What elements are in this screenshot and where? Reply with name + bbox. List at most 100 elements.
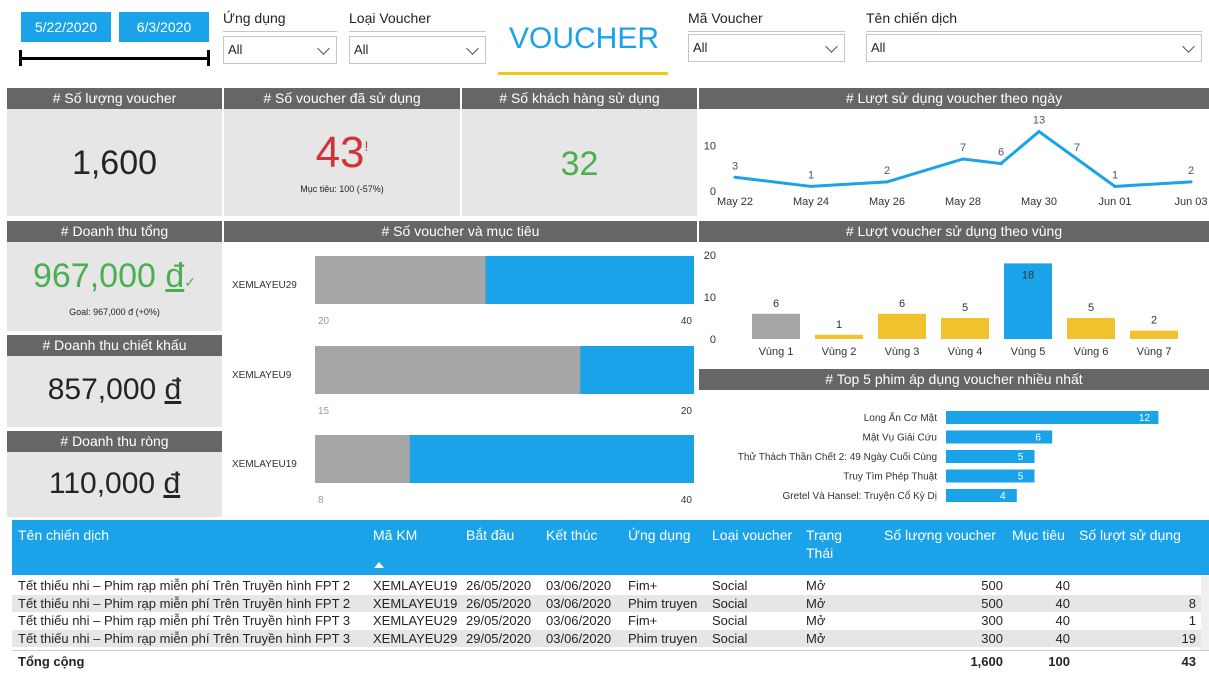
chart-title: # Lượt sử dụng voucher theo ngày bbox=[699, 88, 1209, 109]
data-label: 2 bbox=[884, 165, 890, 177]
total-muc-tieu: 100 bbox=[1048, 654, 1070, 669]
data-point bbox=[1189, 180, 1193, 184]
data-label: 5 bbox=[1018, 472, 1024, 483]
x-tick-label: Vùng 5 bbox=[1011, 346, 1046, 358]
check-icon: ✓ bbox=[184, 274, 196, 290]
ma-voucher-value: All bbox=[693, 40, 708, 55]
table-cell: Tết thiếu nhi – Phim rạp miễn phí Trên T… bbox=[18, 595, 351, 611]
kpi-doanh-thu-tong: # Doanh thu tổng 967,000 đ✓ Goal: 967,00… bbox=[7, 221, 222, 331]
x-tick-label: Jun 03 bbox=[1174, 196, 1207, 208]
table-cell: XEMLAYEU19 bbox=[373, 595, 458, 611]
sort-up-icon[interactable] bbox=[374, 562, 384, 568]
table-header: Tên chiến dịch Mã KM Bắt đầu Kết thúc Ứn… bbox=[12, 520, 1209, 575]
table-cell: 03/06/2020 bbox=[546, 613, 612, 628]
line-chart-card: # Lượt sử dụng voucher theo ngày 0 10 3 1 2 7… bbox=[699, 88, 1209, 216]
ten-chien-dich-select[interactable]: All bbox=[866, 34, 1202, 62]
kpi-goal-text: Goal: 967,000 đ (+0%) bbox=[69, 307, 160, 317]
ten-chien-dich-label: Tên chiến dịch bbox=[866, 10, 1202, 32]
th-ten-chien-dich[interactable]: Tên chiến dịch bbox=[18, 526, 109, 544]
th-ma-km[interactable]: Mã KM bbox=[373, 526, 417, 544]
table-cell: 40 bbox=[1055, 595, 1070, 611]
data-point bbox=[809, 184, 813, 188]
table-cell: 40 bbox=[1055, 630, 1070, 646]
actual-bar bbox=[315, 256, 486, 304]
data-point bbox=[1075, 157, 1079, 161]
axis-max-label: 40 bbox=[681, 316, 693, 327]
th-so-luong-voucher[interactable]: Số lượng voucher bbox=[884, 526, 996, 544]
top-films-card: # Top 5 phim áp dụng voucher nhiều nhất … bbox=[699, 369, 1209, 517]
region-bar bbox=[941, 318, 989, 339]
kpi-doanh-thu-chiet-khau: # Doanh thu chiết khấu 857,000 đ bbox=[7, 335, 222, 427]
y-tick-label: 0 bbox=[710, 334, 716, 346]
table-cell: 300 bbox=[981, 630, 1003, 646]
vertical-scrollbar[interactable] bbox=[1201, 575, 1209, 650]
table-row[interactable]: Tết thiếu nhi – Phim rạp miễn phí Trên T… bbox=[12, 612, 1209, 629]
table-cell: Tết thiếu nhi – Phim rạp miễn phí Trên T… bbox=[18, 630, 351, 646]
chevron-down-icon bbox=[317, 42, 330, 55]
kpi-value-row: 967,000 đ✓ bbox=[7, 257, 222, 296]
ung-dung-label: Ứng dụng bbox=[223, 10, 337, 32]
data-label: 2 bbox=[1151, 315, 1157, 327]
th-muc-tieu[interactable]: Mục tiêu bbox=[1012, 526, 1065, 544]
table-cell: Mở bbox=[806, 613, 826, 628]
total-so-luot: 43 bbox=[1181, 654, 1196, 669]
th-so-luot-su-dung[interactable]: Số lượt sử dụng bbox=[1079, 526, 1181, 544]
kpi-value: 32 bbox=[560, 145, 599, 183]
x-tick-label: May 24 bbox=[793, 196, 829, 208]
x-tick-label: Vùng 3 bbox=[885, 346, 920, 358]
chevron-down-icon bbox=[825, 40, 838, 53]
table-cell: 29/05/2020 bbox=[466, 613, 532, 628]
kpi-doanh-thu-rong: # Doanh thu ròng 110,000 đ bbox=[7, 431, 222, 517]
table-cell: Tết thiếu nhi – Phim rạp miễn phí Trên T… bbox=[18, 578, 351, 593]
ung-dung-select[interactable]: All bbox=[223, 36, 337, 64]
voucher-target-card: # Số voucher và mục tiêu XEMLAYEU29 20 40 X… bbox=[224, 221, 697, 517]
kpi-value-row: 857,000 đ bbox=[7, 373, 222, 407]
th-bat-dau[interactable]: Bắt đầu bbox=[466, 526, 514, 544]
th-ket-thuc[interactable]: Kết thúc bbox=[546, 526, 597, 544]
data-label: 5 bbox=[962, 302, 968, 314]
table-cell: 26/05/2020 bbox=[466, 595, 532, 611]
table-cell: Social bbox=[712, 595, 748, 611]
kpi-so-voucher-da-su-dung: # Số voucher đã sử dụng 43! Mục tiêu: 10… bbox=[224, 88, 460, 216]
table-cell: 29/05/2020 bbox=[466, 630, 532, 646]
x-tick-label: Jun 01 bbox=[1098, 196, 1131, 208]
data-label: 7 bbox=[960, 142, 966, 154]
kpi-value-row: 110,000 đ bbox=[7, 467, 222, 501]
y-tick-label: 10 bbox=[704, 292, 716, 304]
date-slider-handle-start[interactable] bbox=[19, 50, 22, 66]
x-tick-label: Vùng 2 bbox=[822, 346, 857, 358]
th-loai-voucher[interactable]: Loại voucher bbox=[712, 526, 792, 544]
table-row[interactable]: Tết thiếu nhi – Phim rạp miễn phí Trên T… bbox=[12, 629, 1209, 647]
data-label: 6 bbox=[998, 147, 1004, 159]
region-bar bbox=[752, 313, 800, 339]
table-cell: Phim truyen bbox=[628, 630, 698, 646]
date-slider-track[interactable] bbox=[21, 57, 209, 60]
kpi-title: # Doanh thu ròng bbox=[7, 431, 222, 452]
date-end-box[interactable]: 6/3/2020 bbox=[119, 12, 209, 42]
table-row[interactable]: Tết thiếu nhi – Phim rạp miễn phí Trên T… bbox=[12, 594, 1209, 612]
table-cell: Social bbox=[712, 613, 748, 628]
kpi-so-luong-voucher: # Số lượng voucher 1,600 bbox=[7, 88, 222, 216]
data-label: 18 bbox=[1022, 269, 1034, 281]
table-cell: Mở bbox=[806, 630, 826, 646]
table-cell: Social bbox=[712, 630, 748, 646]
currency-symbol: đ bbox=[163, 467, 181, 500]
top-films-chart: Long Ẩn Cơ Mật 12 Mật Vụ Giải Cứu 6 Thử Thác… bbox=[738, 411, 1159, 502]
date-slider-handle-end[interactable] bbox=[207, 50, 210, 66]
table-cell: 19 bbox=[1181, 630, 1196, 646]
table-row[interactable]: Tết thiếu nhi – Phim rạp miễn phí Trên T… bbox=[12, 577, 1209, 594]
date-start-box[interactable]: 5/22/2020 bbox=[21, 12, 111, 42]
table-cell: 1 bbox=[1188, 613, 1196, 628]
data-point bbox=[1113, 184, 1117, 188]
th-ung-dung[interactable]: Ứng dụng bbox=[628, 526, 691, 544]
table-cell: 500 bbox=[981, 578, 1003, 593]
th-trang-thai[interactable]: Trạng Thái bbox=[806, 526, 856, 562]
table-cell: 40 bbox=[1055, 578, 1070, 593]
kpi-title: # Doanh thu tổng bbox=[7, 221, 222, 242]
table-cell: Fim+ bbox=[628, 613, 658, 628]
region-chart-card: # Lượt voucher sử dụng theo vùng 0 10 20 6 V… bbox=[699, 221, 1209, 366]
campaign-table: Tên chiến dịch Mã KM Bắt đầu Kết thúc Ứn… bbox=[12, 520, 1209, 677]
loai-voucher-select[interactable]: All bbox=[349, 36, 486, 64]
ma-voucher-select[interactable]: All bbox=[688, 34, 845, 62]
data-point bbox=[1037, 130, 1041, 134]
